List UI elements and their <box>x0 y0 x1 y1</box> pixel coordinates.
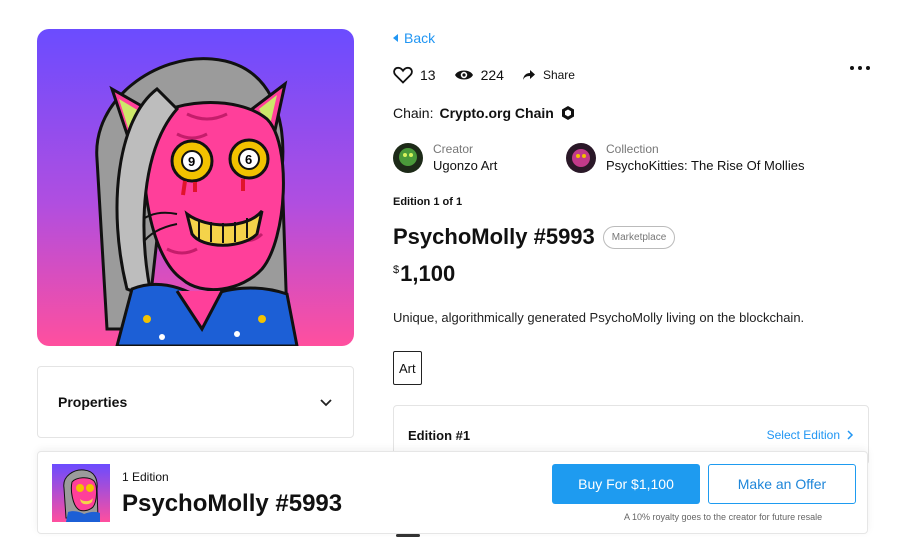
bottom-title: PsychoMolly #5993 <box>122 490 343 517</box>
price-currency: $ <box>393 264 400 276</box>
price: $ 1,100 <box>393 261 455 287</box>
chain-value: Crypto.org Chain <box>439 105 554 121</box>
buy-button[interactable]: Buy For $1,100 <box>552 464 700 504</box>
royalty-note: A 10% royalty goes to the creator for fu… <box>624 512 823 522</box>
select-edition-link[interactable]: Select Edition <box>767 428 854 442</box>
share-label: Share <box>542 68 575 82</box>
creator-label: Creator <box>433 142 474 156</box>
back-link[interactable]: Back <box>393 30 435 46</box>
view-count-group: 224 <box>454 67 504 83</box>
collection-name: PsychoKitties: The Rise Of Mollies <box>606 158 805 173</box>
nft-thumbnail <box>52 464 110 522</box>
nft-description: Unique, algorithmically generated Psycho… <box>393 310 805 325</box>
view-count: 224 <box>480 67 504 83</box>
chevron-right-icon <box>847 430 854 440</box>
chain-label: Chain: <box>393 105 434 121</box>
collection-label: Collection <box>606 142 659 156</box>
nft-artwork[interactable]: 9 6 <box>37 29 354 346</box>
nft-title: PsychoMolly #5993 <box>393 224 595 249</box>
bottom-edition-count: 1 Edition <box>122 470 169 484</box>
svg-text:9: 9 <box>188 154 195 169</box>
collection-avatar <box>566 143 596 173</box>
title-row: PsychoMolly #5993 Marketplace <box>393 224 676 250</box>
chevron-down-icon <box>320 399 332 407</box>
chain-info: Chain: Crypto.org Chain <box>393 105 576 121</box>
creator-avatar <box>393 143 423 173</box>
category-tag[interactable]: Art <box>393 351 422 385</box>
select-edition-label: Select Edition <box>766 428 840 442</box>
psychomolly-artwork-image: 9 6 <box>37 29 354 346</box>
edition-text: Edition 1 of 1 <box>393 196 463 208</box>
caret-left-icon <box>393 34 398 42</box>
chain-hexagon-icon <box>561 106 574 120</box>
share-button[interactable]: Share <box>522 68 575 82</box>
more-dots-icon[interactable] <box>850 66 870 70</box>
creator-name: Ugonzo Art <box>433 158 498 173</box>
creator-link[interactable]: Creator Ugonzo Art <box>393 141 497 175</box>
marketplace-badge: Marketplace <box>602 225 676 249</box>
share-icon <box>522 70 535 80</box>
svg-text:6: 6 <box>245 152 252 167</box>
properties-accordion[interactable]: Properties <box>37 366 354 438</box>
eye-icon <box>454 70 473 80</box>
collection-link[interactable]: Collection PsychoKitties: The Rise Of Mo… <box>566 141 804 175</box>
make-offer-button[interactable]: Make an Offer <box>708 464 856 504</box>
heart-icon <box>393 66 413 84</box>
properties-label: Properties <box>58 394 128 410</box>
purchase-bar: 1 Edition PsychoMolly #5993 Buy For $1,1… <box>37 451 868 534</box>
like-button[interactable]: 13 <box>393 66 436 84</box>
price-amount: 1,100 <box>400 261 456 286</box>
stats-row: 13 224 Share <box>393 64 593 86</box>
edition-number: Edition #1 <box>408 428 471 443</box>
like-count: 13 <box>420 67 436 83</box>
back-label: Back <box>404 30 436 46</box>
